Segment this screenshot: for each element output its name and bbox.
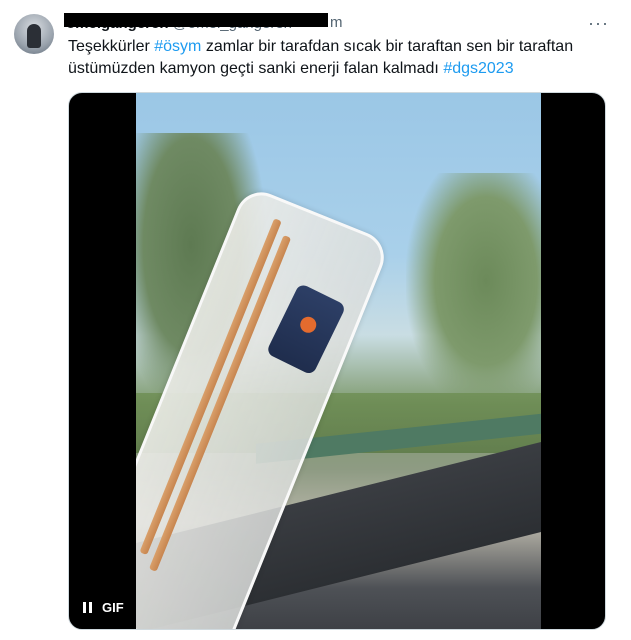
redaction-bar bbox=[64, 13, 328, 27]
gif-label: GIF bbox=[102, 600, 124, 615]
avatar[interactable] bbox=[14, 14, 54, 54]
hashtag-dgs2023[interactable]: #dgs2023 bbox=[443, 60, 513, 77]
gif-frame-image bbox=[136, 93, 541, 629]
handle-suffix: m bbox=[330, 14, 343, 31]
gif-media[interactable]: GIF bbox=[68, 92, 606, 630]
tweet-text-part: Teşekkürler bbox=[68, 38, 155, 55]
tweet-text: Teşekkürler #ösym zamlar bir tarafdan sı… bbox=[68, 36, 608, 80]
sharpener bbox=[265, 282, 347, 376]
tweet: omelgangeren @omel_gangeren m ··· Teşekk… bbox=[0, 0, 631, 640]
hashtag-osym[interactable]: #ösym bbox=[154, 38, 201, 55]
gif-controls[interactable]: GIF bbox=[83, 600, 124, 615]
more-options-icon[interactable]: ··· bbox=[588, 14, 609, 32]
pause-icon[interactable] bbox=[83, 602, 92, 613]
